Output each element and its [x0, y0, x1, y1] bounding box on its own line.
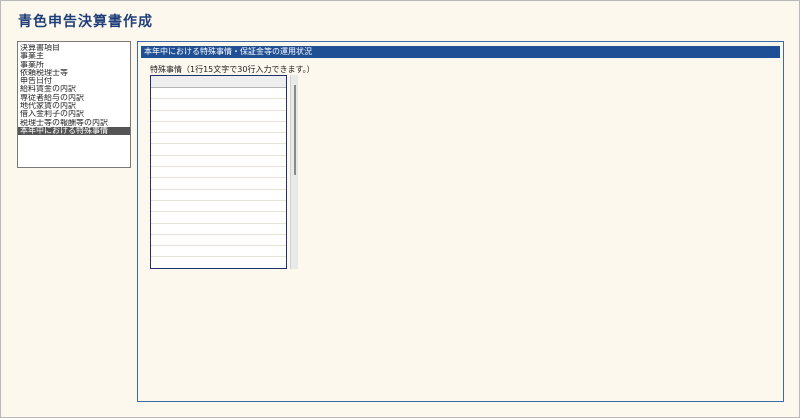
grid-row[interactable]: [151, 99, 286, 111]
section-list[interactable]: 決算書項目 事業主 事業所 依頼税理士等 申告日付 給料賃金の内訳 専従者給与の…: [17, 41, 131, 168]
panel-header: 本年中における特殊事情・保証金等の運用状況: [141, 46, 780, 58]
grid-row[interactable]: [151, 122, 286, 134]
grid-row[interactable]: [151, 144, 286, 156]
sidebar-item-filing-date[interactable]: 申告日付: [18, 77, 130, 85]
sidebar-item-loan-interest[interactable]: 借入金利子の内訳: [18, 110, 130, 118]
sidebar-item-salary-details[interactable]: 給料賃金の内訳: [18, 85, 130, 93]
app-title: 青色申告決算書作成: [18, 14, 153, 30]
sidebar-item-owner[interactable]: 事業主: [18, 52, 130, 60]
grid-row[interactable]: [151, 201, 286, 213]
grid-row[interactable]: [151, 235, 286, 247]
sidebar-item-family-employee-salary[interactable]: 専従者給与の内訳: [18, 94, 130, 102]
grid-scrollbar[interactable]: [290, 75, 298, 269]
grid-header: [151, 76, 286, 88]
sidebar-item-tax-accountant[interactable]: 依頼税理士等: [18, 69, 130, 77]
grid-row[interactable]: [151, 167, 286, 179]
main-panel: 本年中における特殊事情・保証金等の運用状況 特殊事情（1行15文字で30行入力で…: [137, 41, 784, 402]
sidebar-item-summary[interactable]: 決算書項目: [18, 44, 130, 52]
grid-row[interactable]: [151, 224, 286, 235]
special-circumstances-input-grid[interactable]: [150, 75, 287, 269]
sidebar-item-rent-details[interactable]: 地代家賃の内訳: [18, 102, 130, 110]
sidebar-item-special-circumstances[interactable]: 本年中における特殊事情: [18, 126, 130, 136]
grid-row[interactable]: [151, 88, 286, 100]
sidebar-item-office[interactable]: 事業所: [18, 61, 130, 69]
grid-row[interactable]: [151, 190, 286, 201]
grid-row[interactable]: [151, 111, 286, 122]
scrollbar-thumb[interactable]: [294, 85, 296, 175]
grid-row[interactable]: [151, 246, 286, 258]
sidebar-item-accountant-fees[interactable]: 税理士等の報酬等の内訳: [18, 119, 130, 127]
special-circumstances-label: 特殊事情（1行15文字で30行入力できます。）: [150, 65, 315, 74]
grid-row[interactable]: [151, 178, 286, 190]
grid-row[interactable]: [151, 133, 286, 145]
grid-row[interactable]: [151, 212, 286, 224]
grid-row[interactable]: [151, 257, 286, 268]
grid-row[interactable]: [151, 156, 286, 168]
